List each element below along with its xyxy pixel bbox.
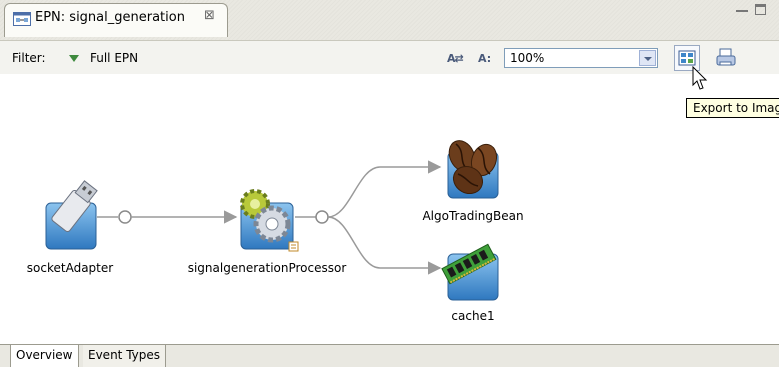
gear-processor-icon[interactable] — [240, 189, 299, 252]
coffee-bean-icon[interactable] — [444, 136, 500, 199]
print-icon[interactable] — [714, 46, 738, 70]
editor-tab[interactable]: EPN: signal_generation ⊠ — [4, 3, 228, 37]
export-tooltip: Export to Imag — [686, 98, 779, 118]
minimize-icon[interactable] — [736, 10, 748, 15]
page-tab-bar: Overview Event Types — [0, 344, 779, 367]
epn-editor-icon — [13, 12, 31, 26]
node-label-bean: AlgoTradingBean — [422, 209, 524, 223]
chevron-down-icon[interactable] — [639, 50, 656, 66]
connection-adapter-processor[interactable] — [97, 210, 238, 224]
maximize-icon[interactable] — [755, 4, 766, 15]
zoom-icon[interactable]: A: — [478, 52, 491, 65]
zoom-value: 100% — [510, 51, 545, 65]
adapter-usb-icon[interactable] — [45, 179, 99, 250]
memory-chip-icon[interactable] — [441, 243, 499, 301]
epn-canvas[interactable]: socketAdapter signalgenerationProcessor … — [0, 74, 779, 344]
export-image-icon — [678, 50, 696, 66]
epn-diagram — [45, 136, 500, 301]
zoom-select[interactable]: 100% — [504, 48, 658, 68]
tab-overview[interactable]: Overview — [10, 345, 79, 367]
filter-label: Filter: — [12, 51, 46, 65]
node-label-processor: signalgenerationProcessor — [187, 261, 347, 275]
tab-title: EPN: signal_generation — [35, 10, 185, 25]
close-icon[interactable]: ⊠ — [204, 7, 215, 25]
mouse-cursor-icon — [692, 66, 708, 90]
tab-event-types[interactable]: Event Types — [83, 345, 167, 367]
connection-processor-bean[interactable] — [295, 160, 442, 224]
epn-toolbar: Filter: Full EPN A⇄ A: 100% — [0, 40, 779, 74]
filter-value[interactable]: Full EPN — [90, 51, 138, 65]
node-label-socket-adapter: socketAdapter — [26, 261, 114, 275]
editor-tab-strip: EPN: signal_generation ⊠ — [0, 0, 779, 40]
auto-layout-icon[interactable]: A⇄ — [447, 52, 464, 65]
node-label-cache: cache1 — [451, 309, 495, 323]
filter-arrow-icon[interactable] — [69, 55, 79, 62]
